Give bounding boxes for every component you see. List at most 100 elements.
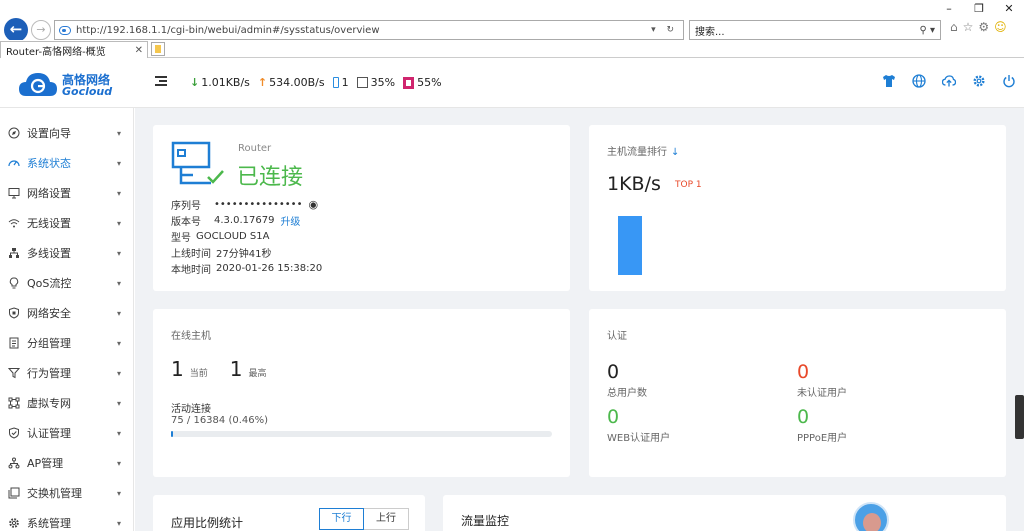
cloud-logo-icon	[19, 73, 57, 96]
address-tools-icon[interactable]: ▾ ↻	[651, 25, 683, 35]
arrow-down-sort-icon[interactable]: ↓	[671, 147, 679, 158]
upgrade-link[interactable]: 升级	[280, 213, 300, 228]
traffic-bar[interactable]	[618, 215, 642, 275]
back-button[interactable]: ←	[4, 18, 28, 42]
sidebar-item-network-settings[interactable]: 网络设置 ▾	[0, 178, 134, 208]
new-tab-button[interactable]	[151, 42, 165, 56]
eye-icon[interactable]: ◉	[308, 198, 318, 211]
power-icon[interactable]	[1002, 74, 1016, 88]
menu-toggle-icon[interactable]	[152, 75, 168, 89]
sidebar-item-system-management[interactable]: 系统管理 ▾	[0, 508, 134, 531]
arrow-down-icon: ↓	[190, 76, 200, 89]
downstream-button[interactable]: 下行	[319, 508, 364, 530]
restore-icon[interactable]: ❐	[964, 0, 994, 18]
connections-progress-fill	[171, 431, 173, 437]
memory-usage: 55%	[417, 76, 442, 89]
smiley-icon[interactable]: ☺	[994, 20, 1007, 34]
router-connected-icon	[171, 141, 224, 185]
arrow-right-icon: →	[36, 23, 46, 36]
sidebar-item-wireless-settings[interactable]: 无线设置 ▾	[0, 208, 134, 238]
auth-web: 0 WEB认证用户	[607, 406, 670, 444]
search-box[interactable]: 搜索... ⚲ ▾	[689, 20, 941, 40]
sidebar-item-multiline-settings[interactable]: 多线设置 ▾	[0, 238, 134, 268]
memory-stat: 55%	[403, 76, 442, 89]
address-url[interactable]: http://192.168.1.1/cgi-bin/webui/admin#/…	[76, 25, 651, 36]
hosts-max: 1	[229, 357, 243, 381]
search-input[interactable]: 搜索...	[695, 23, 919, 38]
sidebar-item-network-security[interactable]: 网络安全 ▾	[0, 298, 134, 328]
site-cloud-icon	[59, 25, 71, 35]
floating-side-widget[interactable]	[1015, 395, 1024, 439]
tshirt-icon[interactable]	[882, 74, 896, 88]
upstream-button[interactable]: 上行	[364, 508, 409, 530]
close-icon[interactable]: ✕	[994, 0, 1024, 18]
chevron-down-icon: ▾	[116, 518, 121, 528]
sidebar-item-label: 网络安全	[27, 307, 71, 320]
upload-speed: 534.00B/s	[269, 76, 325, 89]
sidebar-item-behavior-management[interactable]: 行为管理 ▾	[0, 358, 134, 388]
sidebar-item-label: 设置向导	[27, 127, 71, 140]
logo[interactable]: 高恪网络 Gocloud	[18, 68, 118, 102]
memory-icon	[403, 76, 415, 89]
forward-button[interactable]: →	[31, 20, 51, 40]
cloud-upload-icon[interactable]	[942, 74, 956, 88]
hosts-max-label: 最高	[248, 369, 267, 379]
phone-icon	[332, 77, 339, 88]
top-tag: TOP 1	[675, 180, 702, 190]
sidebar-item-group-management[interactable]: 分组管理 ▾	[0, 328, 134, 358]
home-icon[interactable]: ⌂	[950, 20, 958, 34]
avatar[interactable]	[853, 502, 889, 531]
app-header: 高恪网络 Gocloud ↓ 1.01KB/s ↑ 534.00B/s 1 35…	[0, 58, 1024, 108]
globe-icon[interactable]	[912, 74, 926, 88]
settings-gear-icon[interactable]	[972, 74, 986, 88]
serial-value: •••••••••••••••	[214, 198, 303, 210]
bulb-icon	[9, 277, 19, 289]
browser-tab[interactable]: Router-高恪网络-概览 ✕	[0, 41, 148, 58]
auth-total-label: 总用户数	[607, 388, 647, 399]
model-value: GOCLOUD S1A	[196, 230, 270, 242]
hosts-title: 在线主机	[171, 331, 211, 342]
traffic-title[interactable]: 主机流量排行 ↓	[607, 143, 679, 158]
sidebar-item-auth-management[interactable]: 认证管理 ▾	[0, 418, 134, 448]
logo-text-en: Gocloud	[62, 85, 113, 98]
wifi-icon	[8, 219, 20, 228]
sidebar-item-switch-management[interactable]: 交换机管理 ▾	[0, 478, 134, 508]
serial-row: 序列号 ••••••••••••••• ◉	[171, 196, 322, 212]
connections-value: 75 / 16384 (0.46%)	[171, 415, 269, 426]
arrow-left-icon: ←	[9, 20, 23, 38]
star-icon[interactable]: ☆	[963, 20, 974, 34]
traffic-bar-area	[618, 205, 648, 275]
connection-status: 已连接	[237, 165, 304, 190]
sidebar-item-ap-management[interactable]: AP管理 ▾	[0, 448, 134, 478]
auth-title: 认证	[607, 331, 627, 342]
localtime-row: 本地时间 2020-01-26 15:38:20	[171, 260, 322, 276]
arrow-up-icon: ↑	[257, 76, 268, 89]
tab-close-icon[interactable]: ✕	[135, 45, 147, 56]
tab-strip: Router-高恪网络-概览 ✕	[0, 40, 1024, 58]
online-hosts-card: 在线主机 1 当前 1 最高 活动连接 75 / 16384 (0.46%)	[153, 309, 570, 477]
traffic-value: 1KB/s	[607, 173, 661, 195]
uptime-row: 上线时间 27分钟41秒	[171, 244, 322, 260]
header-actions	[882, 74, 1016, 88]
search-icon[interactable]: ⚲ ▾	[919, 25, 940, 36]
ap-icon	[8, 457, 20, 469]
sidebar-item-system-status[interactable]: 系统状态 ▾	[0, 148, 134, 178]
address-bar[interactable]: http://192.168.1.1/cgi-bin/webui/admin#/…	[54, 20, 684, 40]
sidebar-item-label: 系统管理	[27, 517, 71, 530]
version-row: 版本号 4.3.0.17679 升级	[171, 212, 322, 228]
sidebar-item-label: 虚拟专网	[27, 397, 71, 410]
window-controls: – ❐ ✕	[934, 0, 1024, 18]
sidebar-item-label: 系统状态	[27, 157, 71, 170]
minimize-icon[interactable]: –	[934, 0, 964, 18]
gear-icon[interactable]: ⚙	[978, 20, 989, 34]
sidebar-item-qos[interactable]: QoS流控 ▾	[0, 268, 134, 298]
devices-stat: 1	[332, 76, 349, 89]
sidebar-item-vpn[interactable]: 虚拟专网 ▾	[0, 388, 134, 418]
sidebar-item-setup-wizard[interactable]: 设置向导 ▾	[0, 118, 134, 148]
sidebar-item-label: 分组管理	[27, 337, 71, 350]
sidebar-item-label: 认证管理	[27, 427, 71, 440]
network-icon	[9, 248, 19, 258]
traffic-ranking-card: 主机流量排行 ↓ 1KB/s TOP 1	[589, 125, 1006, 291]
app-ratio-title: 应用比例统计	[171, 516, 244, 530]
dashboard-icon	[8, 160, 20, 167]
